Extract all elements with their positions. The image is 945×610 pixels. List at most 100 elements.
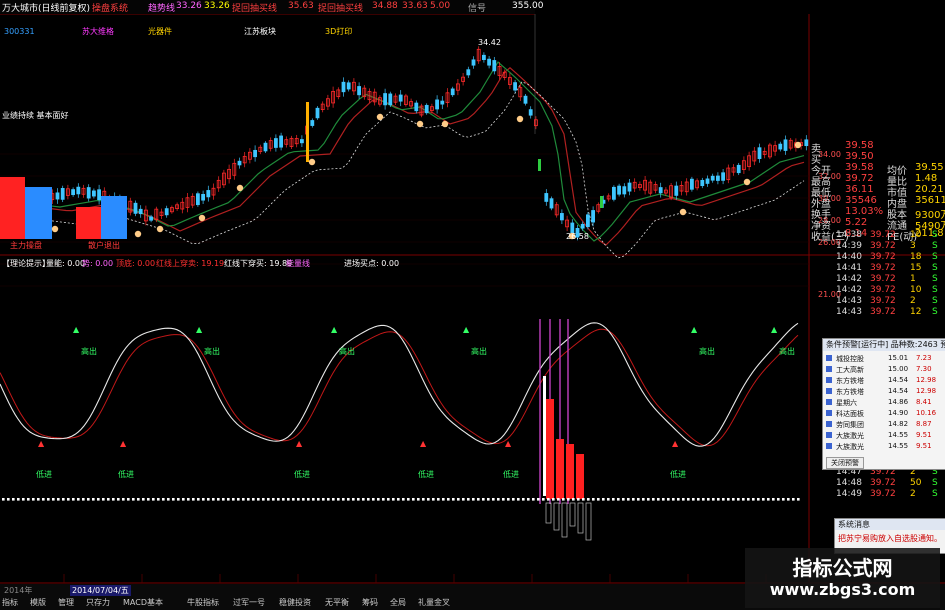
ghost-bar bbox=[553, 502, 560, 531]
energy-bar bbox=[556, 439, 564, 499]
alert-row[interactable]: 东方铁塔 14.54 12.98 bbox=[826, 376, 944, 385]
volume-blocks bbox=[0, 177, 127, 239]
legend-value: 33.26 bbox=[204, 1, 230, 11]
sub-value: 能量线 bbox=[286, 259, 310, 268]
alert-row[interactable]: 科达面板 14.90 10.16 bbox=[826, 409, 944, 418]
alert-popup-title[interactable]: 条件预警[运行中] 品种数:2463 预警 bbox=[823, 339, 945, 351]
baseline-dot bbox=[97, 498, 100, 501]
baseline-dot bbox=[177, 498, 180, 501]
low-price-label: 26.58 bbox=[566, 232, 589, 241]
alert-stock: 科达面板 bbox=[836, 410, 864, 418]
alert-popup[interactable]: 条件预警[运行中] 品种数:2463 预警 城投控股 15.01 7.23 工大高新 1… bbox=[822, 338, 945, 470]
alert-price: 14.86 bbox=[888, 398, 909, 406]
tick-price: 39.72 bbox=[870, 285, 896, 295]
alert-row[interactable]: 东方铁塔 14.54 12.98 bbox=[826, 387, 944, 396]
bottom-tab[interactable]: 筹码 bbox=[362, 597, 378, 608]
baseline-dot bbox=[742, 498, 745, 501]
baseline-dot bbox=[217, 498, 220, 501]
alert-row[interactable]: 劳同集团 14.82 8.87 bbox=[826, 420, 944, 429]
alert-stock: 星期六 bbox=[836, 399, 857, 407]
baseline-dot bbox=[322, 498, 325, 501]
oscillator-white-line bbox=[0, 322, 799, 447]
concept-tag[interactable]: 3D打印 bbox=[325, 26, 352, 37]
baseline-dot bbox=[517, 498, 520, 501]
candle-body bbox=[263, 142, 268, 152]
baseline-dot bbox=[497, 498, 500, 501]
sub-value: 红线下穿买: 19.89 bbox=[224, 259, 293, 268]
main-force-label: 主力操盘 bbox=[10, 241, 42, 250]
candle-body bbox=[783, 139, 788, 151]
baseline-dot bbox=[482, 498, 485, 501]
candle-body bbox=[450, 88, 455, 96]
baseline-dot bbox=[737, 498, 740, 501]
bottom-tab[interactable]: 全局 bbox=[390, 597, 406, 608]
bottom-tab[interactable]: 无平衡 bbox=[325, 597, 349, 608]
baseline-dot bbox=[467, 498, 470, 501]
baseline-dot bbox=[547, 498, 550, 501]
bottom-tab[interactable]: 指标 bbox=[2, 597, 18, 608]
tick-side: S bbox=[932, 230, 938, 240]
candle-body bbox=[612, 186, 616, 200]
baseline-dot bbox=[597, 498, 600, 501]
chart-canvas[interactable]: ▲ 高出 ▲ 高出 ▲ 高出 ▲ 高出 ▲ 高出 ▲ 高出 ▲ 低进 ▲ 低进 ▲ 低进 ▲ 低进 ▲ 低进 ▲ 低进 bbox=[0, 14, 945, 583]
alert-price: 15.01 bbox=[888, 354, 909, 362]
sub-indicator-name[interactable]: 【理论提示】 bbox=[2, 258, 50, 269]
candle-body bbox=[700, 179, 705, 187]
baseline-dot bbox=[522, 498, 525, 501]
alert-change: 9.51 bbox=[916, 442, 932, 450]
bottom-tab[interactable]: 牛股指标 bbox=[187, 597, 219, 608]
tick-price: 39.72 bbox=[870, 478, 896, 488]
candle-body bbox=[133, 202, 138, 214]
ghost-bar bbox=[545, 502, 552, 524]
alert-row[interactable]: 工大高新 15.00 7.30 bbox=[826, 365, 944, 374]
indicator-name[interactable]: 操盘系统 bbox=[92, 1, 128, 14]
peak-marker: ▲ bbox=[331, 325, 338, 334]
candle-body bbox=[690, 178, 694, 190]
energy-bar bbox=[546, 399, 554, 499]
baseline-dot bbox=[797, 498, 800, 501]
peak-label: 高出 bbox=[339, 346, 355, 356]
quote-value: 5.22 bbox=[845, 217, 868, 228]
baseline-dot bbox=[507, 498, 510, 501]
title-bar: 万大城市(日线前复权) 操盘系统 趋势线 33.26 33.26 捉回抽买线 3… bbox=[0, 0, 544, 15]
system-message-body[interactable]: 把苏宁易购放入自选股通知。 bbox=[838, 533, 944, 544]
bottom-tab[interactable]: 模版 bbox=[30, 597, 46, 608]
baseline-dot bbox=[127, 498, 130, 501]
bottom-tab[interactable]: 只存力 bbox=[86, 597, 110, 608]
alert-row[interactable]: 星期六 14.86 8.41 bbox=[826, 398, 944, 407]
concept-tag[interactable]: 光器件 bbox=[148, 26, 172, 37]
tick-volume: 1 bbox=[910, 274, 916, 284]
bottom-tab[interactable]: 稳健投资 bbox=[279, 597, 311, 608]
bottom-tab[interactable]: MACD基本 bbox=[123, 597, 163, 608]
baseline-dot bbox=[152, 498, 155, 501]
tick-side: S bbox=[932, 252, 938, 262]
alert-row[interactable]: 大族激光 14.55 9.51 bbox=[826, 431, 944, 440]
candle-body bbox=[195, 193, 200, 206]
baseline-dot bbox=[312, 498, 315, 501]
candle-body bbox=[487, 58, 492, 66]
bottom-tab[interactable]: 管理 bbox=[58, 597, 74, 608]
stock-icon bbox=[826, 432, 832, 438]
bottom-tab[interactable]: 礼量金叉 bbox=[418, 597, 450, 608]
baseline-dot bbox=[412, 498, 415, 501]
peak-label: 高出 bbox=[471, 346, 487, 356]
candle-body bbox=[513, 82, 517, 91]
candle-body bbox=[658, 187, 663, 194]
alert-row[interactable]: 城投控股 15.01 7.23 bbox=[826, 354, 944, 363]
alert-row[interactable]: 大族激光 14.55 9.51 bbox=[826, 442, 944, 451]
close-alert-button[interactable]: 关闭预警 bbox=[826, 457, 864, 469]
concept-tag[interactable]: 苏大维格 bbox=[82, 26, 114, 37]
candle-body bbox=[440, 100, 445, 105]
tick-price: 39.72 bbox=[870, 241, 896, 251]
bottom-tab[interactable]: 过军一号 bbox=[233, 597, 265, 608]
baseline-dot bbox=[67, 498, 70, 501]
alert-stock: 东方铁塔 bbox=[836, 377, 864, 385]
candle-body bbox=[279, 135, 284, 148]
stock-icon bbox=[826, 355, 832, 361]
quote-value: 39.50 bbox=[845, 151, 874, 162]
buy-signal-mark bbox=[743, 178, 751, 186]
baseline-dot bbox=[747, 498, 750, 501]
trough-marker: ▲ bbox=[420, 439, 427, 448]
concept-tag[interactable]: 江苏板块 bbox=[244, 26, 276, 37]
trough-label: 低进 bbox=[418, 469, 434, 479]
